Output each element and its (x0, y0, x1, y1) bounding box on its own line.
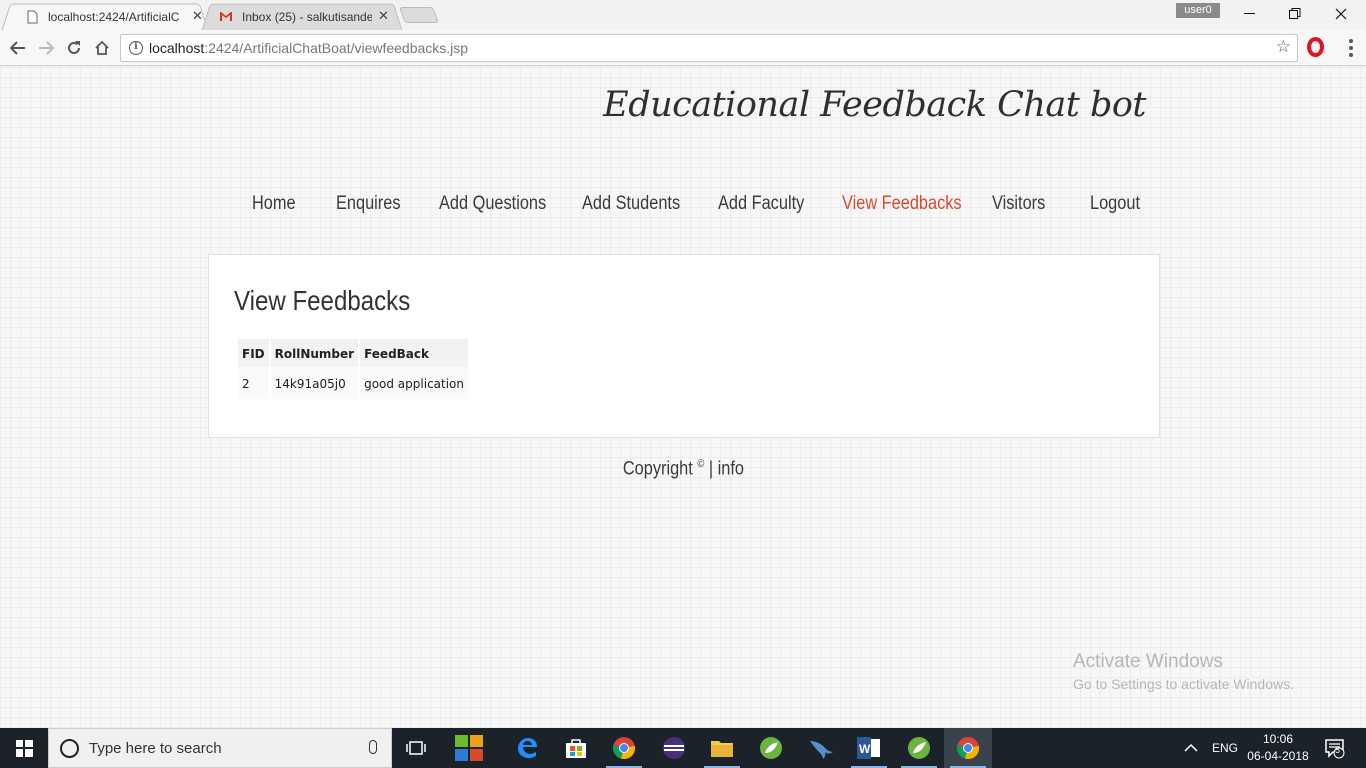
page-icon (24, 9, 40, 25)
tab-title: localhost:2424/ArtificialC (48, 9, 180, 24)
chrome-active-icon[interactable] (944, 728, 992, 768)
close-tab-icon[interactable]: ✕ (192, 9, 203, 24)
notifications-icon[interactable]: 5 (1324, 728, 1346, 768)
nav-enquires[interactable]: Enquires (336, 193, 401, 215)
windows-taskbar: Type here to search W ENG 10:06 06-04-20… (0, 728, 1366, 768)
nav-view-feedbacks[interactable]: View Feedbacks (842, 193, 962, 215)
close-tab-icon[interactable]: ✕ (378, 9, 389, 24)
info-icon[interactable]: i (129, 41, 143, 55)
tiles-app-icon[interactable] (445, 728, 493, 768)
url-text: localhost:2424/ArtificialChatBoat/viewfe… (149, 40, 469, 56)
copyright-label: Copyright (622, 458, 693, 480)
footer-separator: | (708, 458, 713, 480)
column-header-fid: FID (238, 339, 269, 367)
content-panel: View Feedbacks FID RollNumber FeedBack 2… (208, 254, 1160, 438)
feedback-table: FID RollNumber FeedBack 2 14k91a05j0 goo… (236, 339, 470, 399)
page-title: View Feedbacks (234, 285, 411, 316)
forward-icon[interactable] (34, 36, 58, 60)
close-window-icon[interactable] (1318, 0, 1364, 28)
reload-icon[interactable] (62, 36, 86, 60)
clock-time: 10:06 (1262, 732, 1294, 746)
browser-menu-icon[interactable] (1344, 38, 1358, 58)
chrome-icon[interactable] (600, 728, 648, 768)
store-icon[interactable] (552, 728, 600, 768)
tab-localhost[interactable]: localhost:2424/ArtificialC ✕ (1, 3, 209, 31)
column-header-feedback: FeedBack (360, 339, 469, 367)
file-explorer-icon[interactable] (698, 728, 746, 768)
clock[interactable]: 10:06 06-04-2018 (1246, 731, 1310, 765)
show-hidden-icons[interactable] (1184, 728, 1198, 768)
cortana-icon (60, 739, 79, 758)
spring-tool-icon[interactable] (747, 728, 795, 768)
svg-text:W: W (859, 742, 871, 756)
table-header-row: FID RollNumber FeedBack (238, 339, 469, 367)
tab-inbox[interactable]: Inbox (25) - salkutisande ✕ (201, 3, 403, 31)
nav-add-faculty[interactable]: Add Faculty (718, 193, 804, 215)
footer-info-link[interactable]: info (717, 458, 743, 479)
footer-copyright: Copyright © | info (0, 458, 1366, 480)
word-icon[interactable]: W (845, 728, 893, 768)
opera-extension-icon[interactable] (1307, 37, 1324, 57)
address-bar[interactable]: i localhost:2424/ArtificialChatBoat/view… (120, 34, 1298, 62)
gmail-icon (218, 9, 234, 25)
nav-visitors[interactable]: Visitors (992, 193, 1045, 215)
bookmark-star-icon[interactable]: ☆ (1276, 37, 1291, 57)
nav-add-questions[interactable]: Add Questions (439, 193, 546, 215)
profile-button[interactable]: user0 (1176, 3, 1220, 18)
site-title: Educational Feedback Chat bot (603, 85, 1146, 125)
browser-toolbar: i localhost:2424/ArtificialChatBoat/view… (0, 30, 1366, 66)
mysql-dolphin-icon[interactable] (797, 728, 845, 768)
back-icon[interactable] (6, 36, 30, 60)
notification-count: 5 (1335, 745, 1341, 755)
activate-windows-watermark: Activate Windows Go to Settings to activ… (1073, 651, 1294, 692)
microphone-icon[interactable] (369, 740, 377, 754)
restore-icon[interactable] (1272, 0, 1318, 28)
page-content: Educational Feedback Chat bot Home Enqui… (0, 67, 1366, 728)
spring-tool-running-icon[interactable] (895, 728, 943, 768)
home-icon[interactable] (90, 36, 114, 60)
cell-fid: 2 (238, 367, 269, 399)
table-row: 2 14k91a05j0 good application (238, 367, 469, 399)
windows-logo-icon (15, 739, 33, 757)
search-placeholder: Type here to search (89, 740, 222, 757)
copyright-symbol: © (696, 458, 704, 470)
nav-home[interactable]: Home (252, 193, 296, 215)
minimize-icon[interactable] (1226, 0, 1272, 28)
watermark-title: Activate Windows (1073, 651, 1223, 672)
language-indicator[interactable]: ENG (1212, 728, 1238, 768)
browser-tab-strip: localhost:2424/ArtificialC ✕ Inbox (25) … (0, 0, 1366, 31)
start-button[interactable] (0, 728, 48, 768)
tab-title: Inbox (25) - salkutisande (242, 9, 372, 24)
watermark-subtitle: Go to Settings to activate Windows. (1073, 676, 1294, 692)
nav-add-students[interactable]: Add Students (582, 193, 680, 215)
clock-date: 06-04-2018 (1247, 749, 1309, 763)
task-view-icon[interactable] (392, 728, 440, 768)
cell-rollnumber: 14k91a05j0 (270, 367, 359, 399)
eclipse-icon[interactable] (650, 728, 698, 768)
taskbar-search[interactable]: Type here to search (48, 728, 392, 768)
edge-icon[interactable] (503, 728, 551, 768)
column-header-rollnumber: RollNumber (270, 339, 359, 367)
new-tab-button[interactable] (399, 7, 439, 23)
nav-logout[interactable]: Logout (1090, 193, 1140, 215)
cell-feedback: good application (360, 367, 469, 399)
